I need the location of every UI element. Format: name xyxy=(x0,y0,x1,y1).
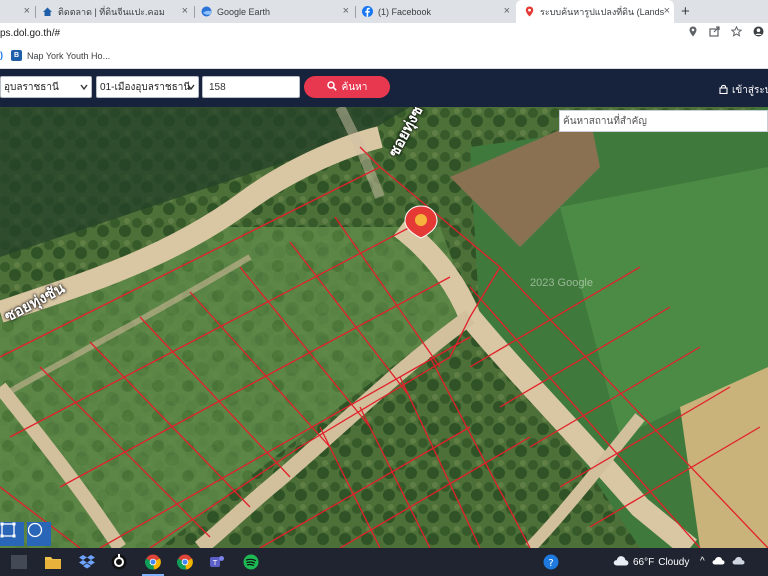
tab-title: ระบบค้นหารูปแปลงที่ดิน (LandsMaps) xyxy=(540,6,664,17)
help-icon[interactable]: ? xyxy=(542,553,560,571)
tab-close-icon[interactable]: × xyxy=(343,5,349,17)
file-explorer-icon[interactable] xyxy=(44,553,62,571)
bookmarks-bar: ) B Nap York Youth Ho... xyxy=(0,45,768,69)
tray-overflow-chevron-icon[interactable]: ^ xyxy=(700,556,705,568)
tab-close-icon[interactable]: × xyxy=(664,5,670,17)
facebook-icon xyxy=(362,6,373,17)
map-pin-icon xyxy=(524,6,535,17)
login-link[interactable]: เข้าสู่ระบบ xyxy=(719,83,768,98)
district-select-value: 01-เมืองอุบลราชธานี xyxy=(100,81,191,93)
province-select-value: อุบลราชธานี xyxy=(4,81,59,93)
spotify-icon[interactable] xyxy=(242,553,260,571)
media-player-icon[interactable] xyxy=(110,553,128,571)
browser-tab-active[interactable]: ระบบค้นหารูปแปลงที่ดิน (LandsMaps) × xyxy=(516,0,674,23)
weather-temperature: 66°F xyxy=(633,556,655,568)
home-icon xyxy=(42,6,53,17)
browser-tab[interactable]: Google Earth × xyxy=(201,0,353,23)
chevron-down-icon xyxy=(80,80,88,96)
map-watermark: 2023 Google xyxy=(530,277,593,289)
district-select[interactable]: 01-เมืองอุบลราชธานี xyxy=(96,76,199,98)
tab-close-icon[interactable]: × xyxy=(504,5,510,17)
chrome-icon[interactable] xyxy=(144,553,162,571)
share-icon[interactable] xyxy=(709,26,720,40)
tab-close-icon[interactable]: × xyxy=(182,5,188,17)
account-icon[interactable] xyxy=(753,26,764,40)
system-tray: ^ xyxy=(700,556,745,568)
tab-separator xyxy=(35,6,36,18)
cloud-sync-icon[interactable] xyxy=(732,556,745,568)
parcel-number-input[interactable]: 158 xyxy=(202,76,300,98)
url-field[interactable]: ps.dol.go.th/# xyxy=(0,28,60,39)
teams-icon[interactable]: T xyxy=(208,553,226,571)
draw-circle-tool[interactable] xyxy=(27,522,51,546)
bookmark-favicon-icon: B xyxy=(11,50,22,61)
tab-title: Google Earth xyxy=(217,6,271,17)
search-button-label: ค้นหา xyxy=(341,81,368,93)
address-bar: ps.dol.go.th/# xyxy=(0,23,768,45)
svg-text:T: T xyxy=(212,559,218,567)
address-bar-actions xyxy=(688,25,764,40)
weather-widget[interactable]: 66°F Cloudy xyxy=(613,555,689,569)
svg-text:?: ? xyxy=(548,558,553,569)
taskbar-app-icon[interactable] xyxy=(10,553,28,571)
star-icon[interactable] xyxy=(730,25,743,40)
app-header: อุบลราชธานี 01-เมืองอุบลราชธานี 158 ค้นห… xyxy=(0,69,768,107)
search-icon xyxy=(326,80,337,94)
dropbox-icon[interactable] xyxy=(78,553,96,571)
tab-separator xyxy=(194,6,195,18)
chevron-down-icon xyxy=(187,80,195,96)
chrome-profile-icon[interactable] xyxy=(176,553,194,571)
province-select[interactable]: อุบลราชธานี xyxy=(0,76,92,98)
tab-separator xyxy=(355,6,356,18)
location-icon[interactable] xyxy=(688,26,698,40)
login-label: เข้าสู่ระบบ xyxy=(732,85,768,96)
tab-title: ติดตลาด | ที่ดินจีนแปะ.คอม xyxy=(58,6,165,17)
windows-taskbar: T ? 66°F Cloudy ^ xyxy=(0,548,768,576)
browser-tab[interactable]: (1) Facebook × xyxy=(362,0,514,23)
satellite-map xyxy=(0,107,768,548)
browser-tab[interactable]: × xyxy=(0,0,34,23)
bookmark-apps-fragment: ) xyxy=(0,50,3,60)
search-button[interactable]: ค้นหา xyxy=(304,76,390,98)
bookmark-label: Nap York Youth Ho... xyxy=(27,50,111,61)
draw-rectangle-tool[interactable] xyxy=(0,522,24,546)
tab-title: (1) Facebook xyxy=(378,6,432,17)
tab-close-icon[interactable]: × xyxy=(24,5,30,17)
onedrive-cloud-icon[interactable] xyxy=(712,556,725,568)
new-tab-button[interactable]: + xyxy=(681,3,690,20)
weather-condition: Cloudy xyxy=(658,556,690,568)
bookmark-item[interactable]: B Nap York Youth Ho... xyxy=(11,50,110,61)
google-earth-icon xyxy=(201,6,212,17)
map-view[interactable]: ค้นหาสถานที่สำคัญ ซอยทุ่งซัน ซอยทุ่งซ 20… xyxy=(0,107,768,548)
place-search-input[interactable]: ค้นหาสถานที่สำคัญ xyxy=(559,110,768,132)
browser-tab[interactable]: ติดตลาด | ที่ดินจีนแปะ.คอม × xyxy=(42,0,192,23)
lock-icon xyxy=(719,84,728,97)
browser-tab-strip: × ติดตลาด | ที่ดินจีนแปะ.คอม × Google Ea… xyxy=(0,0,768,23)
cloud-icon xyxy=(613,555,629,569)
